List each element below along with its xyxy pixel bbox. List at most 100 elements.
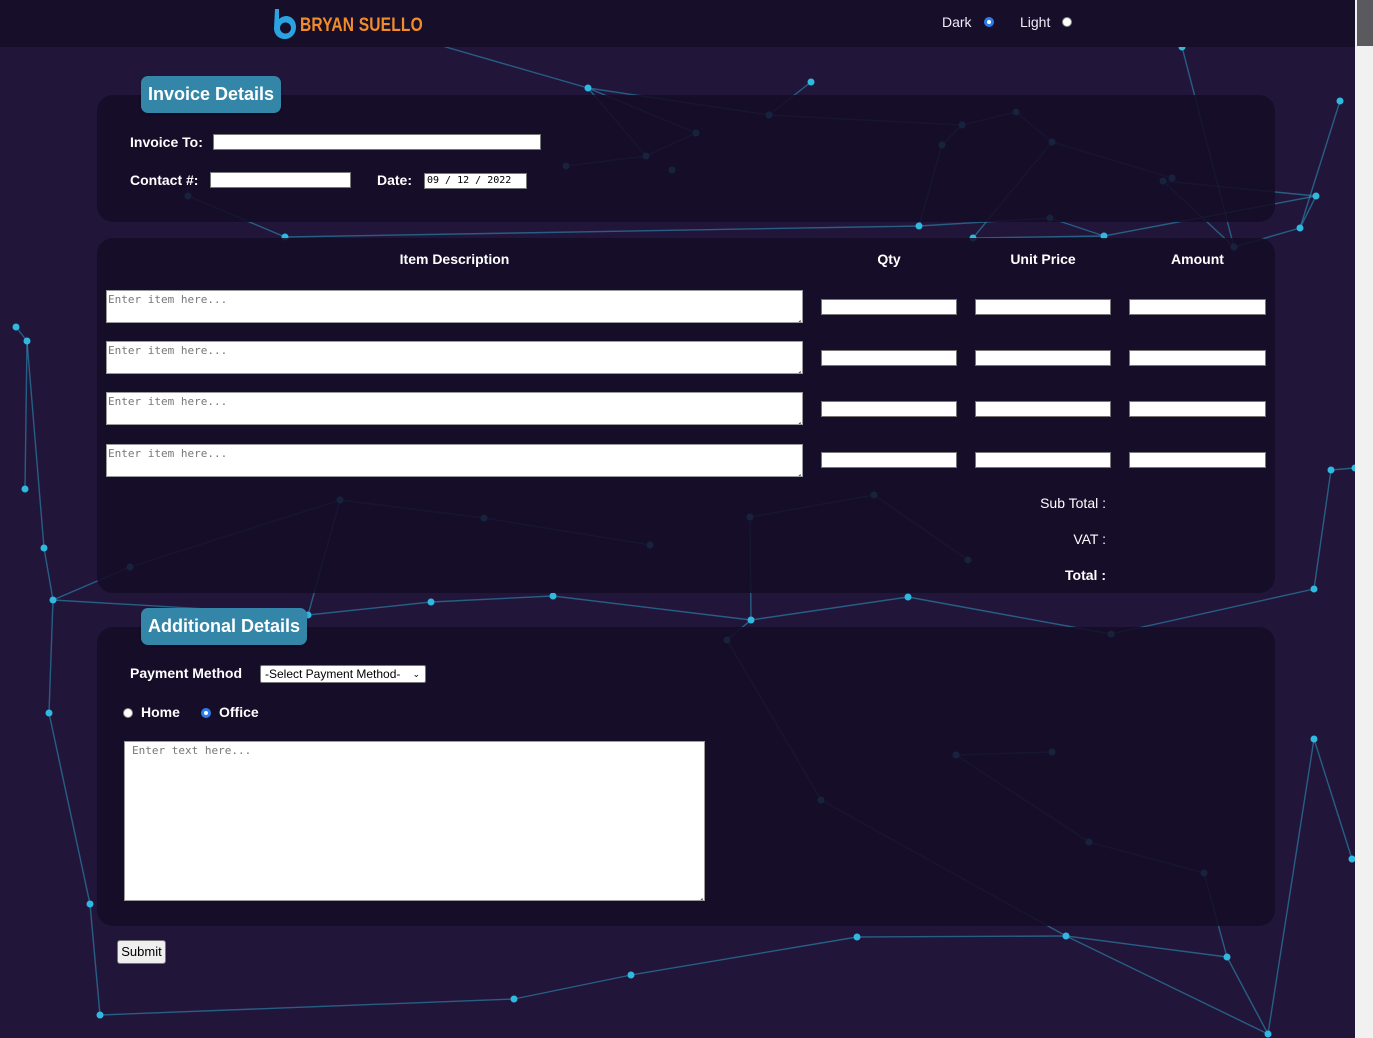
item-description-input[interactable]: Enter item here...	[106, 341, 803, 374]
network-node	[96, 1011, 104, 1019]
submit-button[interactable]: Submit	[117, 940, 166, 964]
payment-method-value: -Select Payment Method-	[265, 667, 401, 681]
network-node	[40, 544, 48, 552]
additional-details-title: Additional Details	[141, 608, 308, 645]
network-node	[45, 709, 53, 717]
invoice-to-label: Invoice To:	[130, 134, 203, 150]
network-line	[284, 225, 920, 238]
network-node	[915, 222, 923, 230]
resize-grip-icon[interactable]	[790, 412, 801, 424]
network-node	[904, 593, 912, 601]
network-node	[747, 616, 755, 624]
network-line	[307, 601, 432, 616]
qty-input[interactable]	[821, 299, 957, 315]
scrollbar-thumb[interactable]	[1357, 0, 1373, 46]
home-radio[interactable]	[123, 708, 133, 718]
invoice-to-input[interactable]	[213, 134, 541, 150]
network-line	[856, 935, 1067, 938]
scrollbar[interactable]	[1355, 0, 1373, 1038]
qty-input[interactable]	[821, 350, 957, 366]
network-node	[1312, 192, 1320, 200]
chevron-down-icon: ⌄	[412, 669, 420, 679]
network-node	[1223, 953, 1231, 961]
network-node	[1296, 224, 1304, 232]
network-line	[24, 340, 28, 490]
invoice-details-title: Invoice Details	[141, 76, 282, 113]
unit-price-input[interactable]	[975, 452, 1111, 468]
theme-light-label: Light	[1020, 14, 1051, 30]
network-line	[1313, 738, 1353, 860]
theme-option-light[interactable]: Light	[1020, 14, 1073, 30]
network-node	[584, 84, 592, 92]
network-node	[427, 598, 435, 606]
amount-input[interactable]	[1129, 401, 1266, 417]
contact-label: Contact #:	[130, 172, 199, 188]
office-radio[interactable]	[201, 708, 211, 718]
header-amount: Amount	[1171, 251, 1224, 267]
network-node	[12, 323, 20, 331]
unit-price-input[interactable]	[975, 350, 1111, 366]
header-item-description: Item Description	[399, 251, 510, 267]
amount-input[interactable]	[1129, 452, 1266, 468]
network-line	[630, 936, 858, 976]
sub-total-label: Sub Total :	[1040, 495, 1106, 511]
unit-price-input[interactable]	[975, 401, 1111, 417]
network-node	[49, 596, 57, 604]
network-node	[1327, 466, 1335, 474]
network-node	[510, 995, 518, 1003]
network-line	[430, 595, 554, 603]
qty-input[interactable]	[821, 452, 957, 468]
network-node	[1310, 735, 1318, 743]
amount-input[interactable]	[1129, 350, 1266, 366]
notes-textarea[interactable]: Enter text here...	[124, 741, 705, 901]
total-label: Total :	[1065, 567, 1106, 583]
office-label: Office	[219, 704, 259, 720]
header-unit-price: Unit Price	[1010, 251, 1076, 267]
network-line	[89, 903, 101, 1016]
network-line	[1299, 100, 1341, 229]
item-description-input[interactable]: Enter item here...	[106, 392, 803, 425]
theme-option-dark[interactable]: Dark	[942, 14, 994, 30]
network-line	[431, 42, 589, 89]
network-line	[48, 712, 91, 905]
unit-price-input[interactable]	[975, 299, 1111, 315]
network-line	[1226, 956, 1269, 1035]
network-line	[552, 595, 752, 621]
amount-input[interactable]	[1129, 299, 1266, 315]
theme-light-radio[interactable]	[1062, 17, 1073, 27]
resize-grip-icon[interactable]	[790, 361, 801, 373]
brand-logo[interactable]: BRYAN SUELLO	[271, 8, 450, 40]
network-line	[750, 596, 909, 621]
network-node	[1062, 932, 1070, 940]
network-line	[99, 998, 515, 1016]
network-node	[23, 337, 31, 345]
theme-dark-radio[interactable]	[983, 17, 994, 27]
network-line	[43, 547, 54, 601]
network-node	[1336, 97, 1344, 105]
resize-grip-icon[interactable]	[790, 310, 801, 322]
date-label: Date:	[377, 172, 413, 188]
item-description-input[interactable]: Enter item here...	[106, 290, 803, 323]
network-node	[86, 900, 94, 908]
vat-label: VAT :	[1073, 531, 1106, 547]
payment-method-label: Payment Method	[130, 665, 243, 681]
network-line	[48, 599, 54, 714]
network-node	[1310, 585, 1318, 593]
network-node	[853, 933, 861, 941]
contact-input[interactable]	[210, 172, 351, 188]
item-description-input[interactable]: Enter item here...	[106, 444, 803, 477]
network-line	[1065, 935, 1269, 1035]
qty-input[interactable]	[821, 401, 957, 417]
network-line	[513, 974, 632, 1000]
date-input[interactable]: 09 / 12 / 2022	[424, 173, 527, 189]
home-label: Home	[141, 704, 180, 720]
network-node	[627, 971, 635, 979]
network-line	[1065, 935, 1228, 958]
payment-method-select[interactable]: -Select Payment Method- ⌄	[260, 665, 426, 683]
resize-grip-icon[interactable]	[692, 888, 703, 900]
resize-grip-icon[interactable]	[790, 464, 801, 476]
theme-dark-label: Dark	[942, 14, 972, 30]
network-line	[1313, 469, 1332, 590]
network-node	[549, 592, 557, 600]
invoice-details-card	[97, 95, 1275, 222]
